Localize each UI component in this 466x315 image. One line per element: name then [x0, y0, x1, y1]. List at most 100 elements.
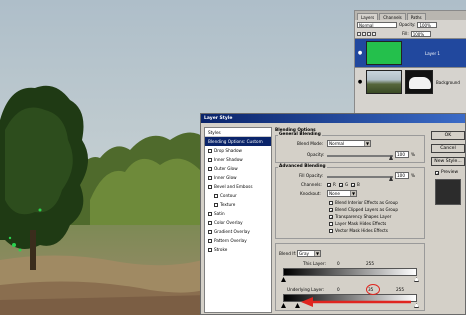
style-item-stroke[interactable]: Stroke: [205, 245, 271, 254]
knockout-label: Knockout:: [300, 191, 321, 196]
lock-brush-icon[interactable]: [362, 31, 366, 36]
style-item-texture[interactable]: Texture: [205, 200, 271, 209]
blend-if-dropdown[interactable]: Gray ▼: [297, 250, 321, 257]
checkbox[interactable]: [208, 157, 212, 162]
option-blend-clipped[interactable]: ✓ Blend Clipped Layers as Group: [329, 207, 398, 212]
option-layer-mask-hides[interactable]: Layer Mask Hides Effects: [329, 221, 386, 226]
layers-fill-field[interactable]: 100%: [410, 30, 431, 37]
opacity-field[interactable]: 100: [395, 151, 409, 158]
tab-layers[interactable]: Layers: [357, 13, 379, 20]
fill-opacity-field[interactable]: 100: [395, 172, 409, 179]
checkbox[interactable]: [208, 148, 212, 153]
visibility-eye-icon[interactable]: ●: [357, 50, 363, 56]
channels-label: Channels:: [301, 182, 322, 187]
checkbox-box[interactable]: [329, 228, 333, 233]
lock-move-icon[interactable]: [367, 31, 371, 36]
preview-checkbox[interactable]: ✓ Preview: [435, 170, 458, 175]
style-item-satin[interactable]: Satin: [205, 209, 271, 218]
style-item-inner-glow[interactable]: Inner Glow: [205, 173, 271, 182]
style-item-label: Inner Shadow: [214, 157, 243, 162]
channel-r-checkbox[interactable]: ✓ R: [327, 182, 336, 187]
cancel-button[interactable]: Cancel: [431, 144, 465, 153]
preview-swatch: [435, 179, 461, 205]
styles-header-label: Styles: [208, 129, 221, 135]
ok-button[interactable]: OK: [431, 131, 465, 140]
tab-paths[interactable]: Paths: [406, 13, 426, 20]
style-item-label: Color Overlay: [214, 220, 243, 225]
checkbox-box[interactable]: ✓: [327, 182, 331, 187]
checkbox[interactable]: [214, 193, 218, 198]
checkbox[interactable]: [208, 229, 212, 234]
styles-list-header[interactable]: Styles: [205, 128, 271, 137]
channel-g-checkbox[interactable]: ✓ G: [339, 182, 348, 187]
checkbox-box[interactable]: ✓: [329, 214, 333, 219]
knockout-dropdown[interactable]: None ▼: [327, 190, 357, 197]
style-item-gradient-overlay[interactable]: Gradient Overlay: [205, 227, 271, 236]
background-thumbnail: [366, 70, 402, 94]
checkbox-box[interactable]: [329, 221, 333, 226]
checkbox[interactable]: [208, 238, 212, 243]
layers-opacity-label: Opacity:: [399, 22, 416, 27]
blend-if-value: Gray: [299, 251, 310, 256]
style-item-label: Bevel and Emboss: [214, 184, 253, 189]
layer1-thumbnail: [366, 41, 402, 65]
style-item-bevel-emboss[interactable]: Bevel and Emboss: [205, 182, 271, 191]
layer1-name: Layer 1: [425, 50, 440, 56]
layers-opacity-field[interactable]: 100%: [417, 21, 438, 28]
visibility-eye-icon[interactable]: ●: [357, 79, 363, 85]
checkbox[interactable]: [208, 220, 212, 225]
checkbox[interactable]: [208, 175, 212, 180]
blending-options-panel: Blending Options General Blending Blend …: [275, 127, 427, 313]
style-item-drop-shadow[interactable]: Drop Shadow: [205, 146, 271, 155]
fill-opacity-slider[interactable]: [327, 176, 393, 178]
style-item-contour[interactable]: Contour: [205, 191, 271, 200]
style-item-color-overlay[interactable]: Color Overlay: [205, 218, 271, 227]
chevron-down-icon: ▼: [350, 191, 356, 196]
layer-row-background[interactable]: ● Background: [355, 67, 466, 96]
layers-blend-mode-select[interactable]: Normal: [357, 21, 397, 28]
checkbox-box[interactable]: ✓: [351, 182, 355, 187]
general-blending-title: General Blending: [278, 132, 322, 137]
option-label: Transparency Shapes Layer: [335, 214, 392, 219]
annotation-arrow-icon: [301, 297, 411, 307]
underlying-max: 255: [396, 287, 404, 292]
checkbox[interactable]: [208, 184, 212, 189]
option-vector-mask-hides[interactable]: Vector Mask Hides Effects: [329, 228, 388, 233]
tab-channels[interactable]: Channels: [379, 13, 406, 20]
layers-palette: Layers Channels Paths Normal Opacity: 10…: [354, 10, 466, 122]
checkbox[interactable]: [208, 166, 212, 171]
styles-list: Styles Blending Options: Custom Drop Sha…: [204, 127, 272, 313]
style-item-blending-options[interactable]: Blending Options: Custom: [205, 137, 271, 146]
style-item-inner-shadow[interactable]: Inner Shadow: [205, 155, 271, 164]
dialog-titlebar: Layer Style: [201, 114, 465, 123]
this-layer-max: 255: [366, 261, 374, 266]
channel-r-label: R: [333, 182, 336, 187]
style-item-outer-glow[interactable]: Outer Glow: [205, 164, 271, 173]
style-item-label: Gradient Overlay: [214, 229, 250, 234]
chevron-down-icon: ▼: [314, 251, 320, 256]
chevron-down-icon: ▼: [364, 141, 370, 146]
option-transparency-shapes[interactable]: ✓ Transparency Shapes Layer: [329, 214, 391, 219]
checkbox[interactable]: [208, 211, 212, 216]
checkbox[interactable]: [214, 202, 218, 207]
underlying-min: 0: [337, 287, 340, 292]
option-blend-interior[interactable]: Blend Interior Effects as Group: [329, 200, 398, 205]
checkbox-box[interactable]: ✓: [329, 207, 333, 212]
new-style-button[interactable]: New Style...: [431, 157, 465, 166]
layer-row-layer1[interactable]: ● Layer 1: [355, 38, 466, 67]
checkbox-box[interactable]: ✓: [435, 170, 439, 175]
style-item-label: Outer Glow: [214, 166, 238, 171]
lock-all-icon[interactable]: [372, 31, 376, 36]
checkbox-box[interactable]: [329, 200, 333, 205]
style-item-label: Satin: [214, 211, 225, 216]
checkbox[interactable]: [208, 247, 212, 252]
advanced-blending-title: Advanced Blending: [278, 164, 327, 169]
blend-mode-dropdown[interactable]: Normal ▼: [327, 140, 371, 147]
channel-b-checkbox[interactable]: ✓ B: [351, 182, 360, 187]
opacity-label: Opacity:: [307, 152, 325, 157]
checkbox-box[interactable]: ✓: [339, 182, 343, 187]
opacity-slider[interactable]: [327, 155, 393, 157]
lock-transparency-icon[interactable]: [357, 31, 361, 36]
layers-lock-row: Fill: 100%: [355, 29, 466, 38]
style-item-pattern-overlay[interactable]: Pattern Overlay: [205, 236, 271, 245]
